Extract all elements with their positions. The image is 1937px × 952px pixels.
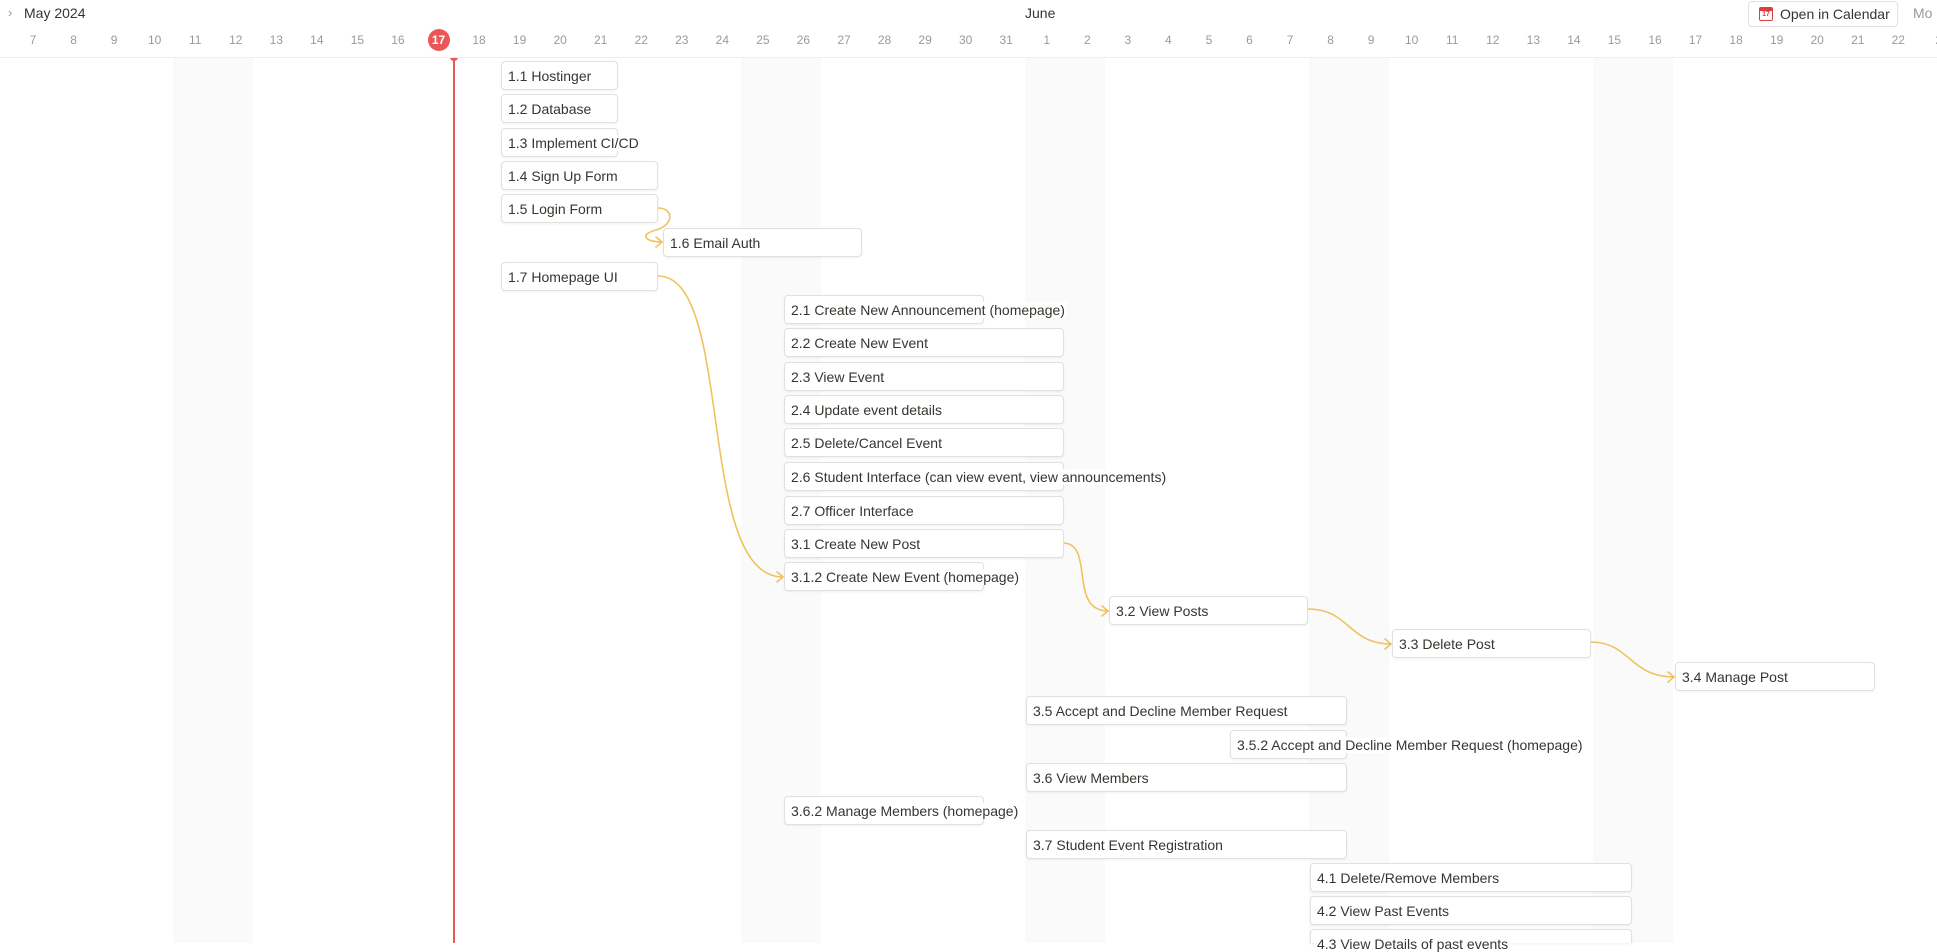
day-number: 14 bbox=[310, 33, 324, 47]
day-number: 3 bbox=[1124, 33, 1132, 47]
day-number: 17 bbox=[1688, 33, 1703, 47]
task-bar[interactable]: 1.5 Login Form bbox=[501, 194, 658, 223]
day-number: 19 bbox=[1769, 33, 1784, 47]
day-number: 24 bbox=[715, 33, 730, 47]
chevron-right-icon[interactable]: › bbox=[8, 5, 12, 21]
day-number: 12 bbox=[229, 33, 243, 47]
task-bar[interactable]: 2.6 Student Interface (can view event, v… bbox=[784, 462, 1169, 491]
day-number: 6 bbox=[1246, 33, 1253, 47]
day-number: 31 bbox=[999, 33, 1013, 47]
day-number: 11 bbox=[188, 33, 202, 47]
day-number: 15 bbox=[350, 33, 365, 47]
task-bar[interactable]: 2.1 Create New Announcement (homepage) bbox=[784, 295, 1067, 324]
day-number-row: 7 8 9 10 11 12 13 14 15 16 17 18 19 20 21 22 23 24 25 26 27 2… bbox=[0, 29, 1937, 51]
header-divider bbox=[0, 57, 1937, 58]
task-bar[interactable]: 4.1 Delete/Remove Members bbox=[1310, 863, 1632, 892]
weekend-band bbox=[1593, 58, 1673, 943]
day-number: 2 bbox=[1923, 33, 1937, 47]
today-day-marker: 17 bbox=[427, 29, 450, 51]
task-bar[interactable]: 3.1.2 Create New Event (homepage) bbox=[784, 562, 1022, 591]
task-bar[interactable]: 3.2 View Posts bbox=[1109, 596, 1308, 625]
day-number: 22 bbox=[634, 33, 648, 47]
task-bar[interactable]: 1.6 Email Auth bbox=[663, 228, 862, 257]
day-number: 11 bbox=[1446, 33, 1459, 47]
day-number: 13 bbox=[1526, 33, 1541, 47]
day-number: 9 bbox=[110, 33, 118, 47]
task-bar[interactable]: 3.4 Manage Post bbox=[1675, 662, 1875, 691]
task-bar[interactable]: 3.5.2 Accept and Decline Member Request … bbox=[1230, 730, 1585, 759]
day-number: 1 bbox=[1043, 33, 1051, 47]
month-label-june: June bbox=[1025, 5, 1056, 21]
more-options-button[interactable]: Mo bbox=[1913, 5, 1932, 21]
day-number: 15 bbox=[1607, 33, 1622, 47]
day-number: 25 bbox=[756, 33, 770, 47]
day-number: 14 bbox=[1567, 33, 1581, 47]
task-bar[interactable]: 1.3 Implement CI/CD bbox=[501, 128, 641, 157]
day-number: 10 bbox=[147, 33, 162, 47]
task-bar[interactable]: 2.7 Officer Interface bbox=[784, 496, 1064, 525]
month-label-may: May 2024 bbox=[24, 5, 86, 21]
task-bar[interactable]: 4.3 View Details of past events bbox=[1310, 929, 1632, 952]
task-bar[interactable]: 3.1 Create New Post bbox=[784, 529, 1064, 558]
day-number: 19 bbox=[512, 33, 527, 47]
day-number: 18 bbox=[1729, 33, 1743, 47]
day-number: 7 bbox=[1286, 33, 1294, 47]
task-bar[interactable]: 3.5 Accept and Decline Member Request bbox=[1026, 696, 1347, 725]
task-bar[interactable]: 3.6 View Members bbox=[1026, 763, 1347, 792]
today-marker-line bbox=[453, 54, 455, 943]
day-number: 5 bbox=[1205, 33, 1213, 47]
open-in-calendar-button[interactable]: 17 Open in Calendar bbox=[1748, 1, 1898, 27]
task-bar[interactable]: 3.3 Delete Post bbox=[1392, 629, 1591, 658]
day-number: 18 bbox=[472, 33, 486, 47]
day-number: 10 bbox=[1405, 33, 1419, 47]
day-number: 23 bbox=[675, 33, 689, 47]
day-number: 30 bbox=[958, 33, 973, 47]
day-number: 29 bbox=[918, 33, 932, 47]
day-number: 2 bbox=[1083, 33, 1091, 47]
timeline-header: › May 2024 June 7 8 9 10 11 12 13 14 15 16 17 18 19 2… bbox=[0, 0, 1937, 58]
day-number: 16 bbox=[391, 33, 405, 47]
day-number: 4 bbox=[1165, 33, 1172, 47]
weekend-band bbox=[173, 58, 253, 943]
day-number: 20 bbox=[1810, 33, 1824, 47]
task-bar[interactable]: 2.5 Delete/Cancel Event bbox=[784, 428, 1064, 457]
task-bar[interactable]: 1.2 Database bbox=[501, 94, 618, 123]
weekend-band bbox=[1309, 58, 1389, 943]
task-bar[interactable]: 1.1 Hostinger bbox=[501, 61, 618, 90]
calendar-icon: 17 bbox=[1759, 7, 1773, 21]
task-bar[interactable]: 2.3 View Event bbox=[784, 362, 1064, 391]
task-bar[interactable]: 4.2 View Past Events bbox=[1310, 896, 1632, 925]
task-bar[interactable]: 1.4 Sign Up Form bbox=[501, 161, 658, 190]
task-bar[interactable]: 1.7 Homepage UI bbox=[501, 262, 658, 291]
task-bar[interactable]: 2.2 Create New Event bbox=[784, 328, 1064, 357]
day-number: 26 bbox=[796, 33, 811, 47]
task-bar[interactable]: 3.6.2 Manage Members (homepage) bbox=[784, 796, 1021, 825]
day-number: 28 bbox=[877, 33, 892, 47]
day-number: 13 bbox=[269, 33, 283, 47]
day-number: 8 bbox=[70, 33, 77, 47]
day-number: 22 bbox=[1891, 33, 1905, 47]
day-number: 21 bbox=[594, 33, 608, 47]
day-number: 8 bbox=[1327, 33, 1334, 47]
day-number: 20 bbox=[553, 33, 567, 47]
day-number: 7 bbox=[29, 33, 37, 47]
open-in-calendar-label: Open in Calendar bbox=[1780, 6, 1890, 22]
day-number: 21 bbox=[1851, 33, 1865, 47]
day-number: 27 bbox=[837, 33, 851, 47]
day-number: 9 bbox=[1367, 33, 1375, 47]
day-number: 12 bbox=[1486, 33, 1500, 47]
day-number: 16 bbox=[1648, 33, 1662, 47]
task-bar[interactable]: 3.7 Student Event Registration bbox=[1026, 830, 1347, 859]
task-bar[interactable]: 2.4 Update event details bbox=[784, 395, 1064, 424]
